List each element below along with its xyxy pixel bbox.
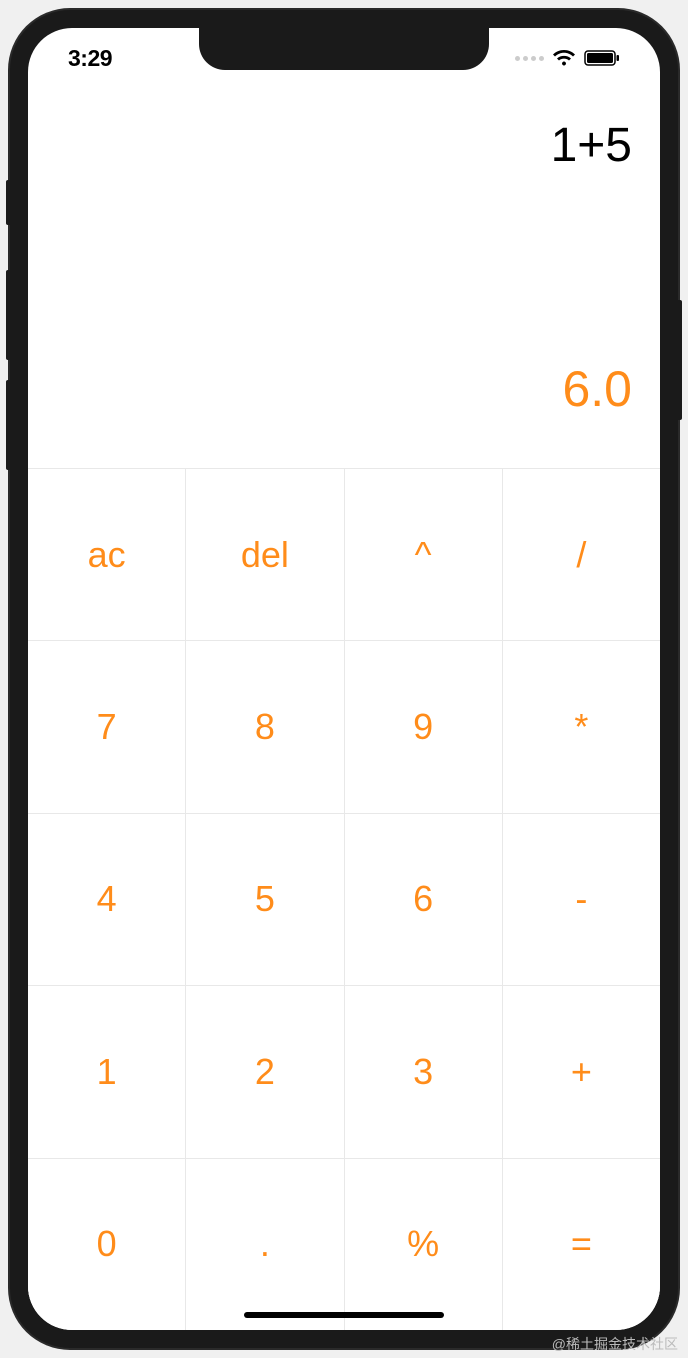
phone-side-button bbox=[6, 180, 10, 225]
key-percent[interactable]: % bbox=[345, 1159, 502, 1330]
key-subtract[interactable]: - bbox=[503, 814, 660, 985]
key-9[interactable]: 9 bbox=[345, 641, 502, 812]
key-multiply[interactable]: * bbox=[503, 641, 660, 812]
wifi-icon bbox=[552, 49, 576, 67]
status-indicators bbox=[515, 49, 620, 67]
key-8[interactable]: 8 bbox=[186, 641, 343, 812]
watermark: @稀土掘金技术社区 bbox=[552, 1334, 678, 1354]
key-add[interactable]: + bbox=[503, 986, 660, 1157]
key-4[interactable]: 4 bbox=[28, 814, 185, 985]
screen: 3:29 1+5 6.0 ac del ^ / 7 8 bbox=[28, 28, 660, 1330]
key-equals[interactable]: = bbox=[503, 1159, 660, 1330]
key-7[interactable]: 7 bbox=[28, 641, 185, 812]
keypad: ac del ^ / 7 8 9 * 4 5 6 - 1 2 3 + 0 . %… bbox=[28, 468, 660, 1330]
key-1[interactable]: 1 bbox=[28, 986, 185, 1157]
status-time: 3:29 bbox=[68, 45, 112, 72]
key-divide[interactable]: / bbox=[503, 469, 660, 640]
phone-side-button bbox=[6, 380, 10, 470]
key-2[interactable]: 2 bbox=[186, 986, 343, 1157]
key-0[interactable]: 0 bbox=[28, 1159, 185, 1330]
expression-text: 1+5 bbox=[48, 118, 640, 173]
key-5[interactable]: 5 bbox=[186, 814, 343, 985]
calculator-display: 1+5 6.0 bbox=[28, 88, 660, 468]
home-indicator[interactable] bbox=[244, 1312, 444, 1318]
phone-side-button bbox=[6, 270, 10, 360]
notch bbox=[199, 28, 489, 70]
key-power[interactable]: ^ bbox=[345, 469, 502, 640]
key-decimal[interactable]: . bbox=[186, 1159, 343, 1330]
result-text: 6.0 bbox=[48, 360, 640, 418]
battery-icon bbox=[584, 49, 620, 67]
key-del[interactable]: del bbox=[186, 469, 343, 640]
phone-frame: 3:29 1+5 6.0 ac del ^ / 7 8 bbox=[10, 10, 678, 1348]
phone-side-button bbox=[678, 300, 682, 420]
key-6[interactable]: 6 bbox=[345, 814, 502, 985]
key-3[interactable]: 3 bbox=[345, 986, 502, 1157]
key-ac[interactable]: ac bbox=[28, 469, 185, 640]
cellular-signal-icon bbox=[515, 56, 544, 61]
